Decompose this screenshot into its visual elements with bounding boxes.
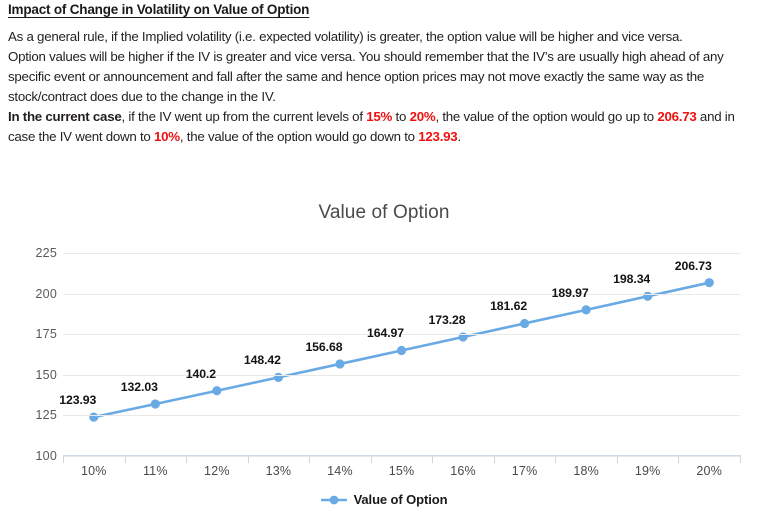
data-point-marker[interactable] [212,386,222,396]
x-axis-tick [370,455,372,463]
option-value-up: 206.73 [657,109,697,125]
x-axis-tick [309,455,311,463]
y-axis-tick-label: 175 [35,327,57,342]
paragraph-general-rule: As a general rule, if the Implied volati… [8,29,683,45]
data-point-marker[interactable] [704,278,714,288]
current-case-text-2: to [392,109,410,125]
data-point-marker[interactable] [89,412,99,422]
legend-label-value-of-option: Value of Option [353,492,448,507]
value-of-option-chart: Value of Option 100 125 150 175 200 225 10% 11… [0,196,768,527]
x-axis-tick [432,455,434,463]
option-value-down: 123.93 [418,129,458,145]
x-axis-tick-label: 18% [573,464,599,478]
x-axis-tick [616,455,618,463]
x-axis-labels: 10% 11% 12% 13% 14% 15% 16% 17% 18% 19% 20% [63,464,740,484]
data-point-label: 181.62 [490,299,528,314]
y-axis-tick-label: 125 [35,408,57,423]
data-point-label: 132.03 [120,379,158,394]
x-axis-tick [678,455,680,463]
x-axis-tick [124,455,126,463]
x-axis-tick-label: 10% [80,464,107,478]
chart-legend[interactable]: Value of Option [0,492,768,507]
gridline [63,293,740,295]
gridline [63,456,740,457]
y-axis-tick-label: 225 [35,246,57,260]
data-point-label: 206.73 [674,258,712,273]
x-axis-tick-label: 13% [265,464,292,478]
x-axis-line [63,455,740,456]
data-point-label: 156.68 [305,339,343,354]
x-axis-tick [186,455,188,463]
y-axis-tick-label: 200 [35,286,57,301]
page-root: Impact of Change in Volatility on Value … [0,0,768,527]
data-point-marker[interactable] [396,345,407,356]
data-point-label: 148.42 [243,353,281,368]
x-axis-tick-label: 19% [634,464,661,478]
x-axis-tick [555,455,557,463]
x-axis-tick [63,455,64,463]
x-axis-tick-label: 20% [696,464,723,478]
data-point-label: 189.97 [551,285,589,300]
data-point-marker[interactable] [335,359,345,369]
data-point-label: 198.34 [613,272,651,287]
paragraph-current-case: In the current case, if the IV went up f… [8,107,760,147]
y-axis-tick-label: 100 [35,449,57,463]
current-case-text-5: , the value of the option would go down … [179,129,419,145]
x-axis-tick-label: 15% [388,464,415,478]
data-point-marker[interactable] [150,399,160,409]
data-point-label: 164.97 [366,326,405,341]
x-axis-tick-label: 16% [450,464,476,478]
x-axis-tick-label: 12% [204,464,230,478]
current-case-lead: In the current case [8,109,122,125]
current-case-text-6: . [457,129,461,145]
x-axis-tick-label: 17% [511,464,538,478]
page-title: Impact of Change in Volatility on Value … [8,2,310,17]
data-point-label: 123.93 [59,393,97,408]
legend-line-marker-icon [320,495,347,504]
y-axis-labels: 100 125 150 175 200 225 [0,246,57,463]
data-point-marker[interactable] [581,305,591,315]
gridline [63,415,740,417]
data-point-label: 140.2 [185,366,216,381]
current-case-text-3: , the value of the option would go up to [435,109,658,125]
iv-current-value: 15% [366,109,393,125]
article-text: Impact of Change in Volatility on Value … [8,2,760,147]
current-case-text-1: , if the IV went up from the current lev… [121,109,367,125]
iv-down-value: 10% [154,129,180,145]
data-point-marker[interactable] [519,318,530,329]
paragraph-iv-explanation: Option values will be higher if the IV i… [8,49,724,105]
y-axis-tick-label: 150 [35,367,57,382]
x-axis-tick [740,455,741,463]
gridline [63,374,740,376]
gridline [63,253,740,254]
iv-up-value: 20% [409,109,436,125]
x-axis-tick-label: 14% [327,464,353,478]
x-axis-tick [247,455,249,463]
x-axis-tick-label: 11% [142,464,168,478]
x-axis-tick [493,455,495,463]
data-point-label: 173.28 [428,312,466,327]
chart-title: Value of Option [318,202,450,223]
